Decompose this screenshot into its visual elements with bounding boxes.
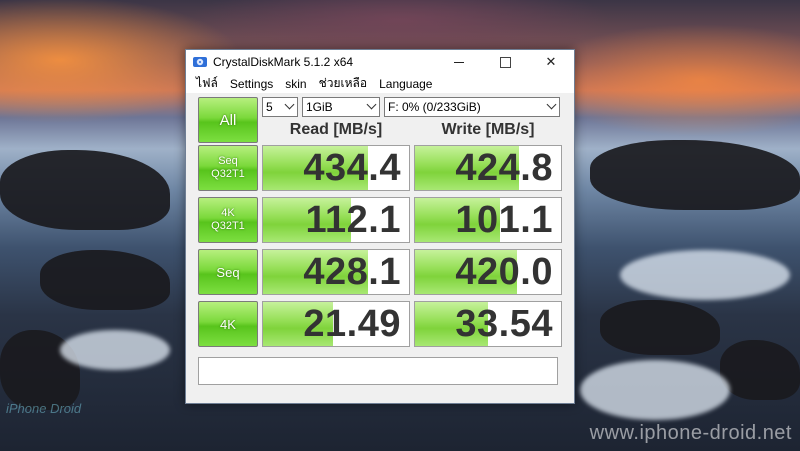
read-value: 21.49 xyxy=(303,302,401,345)
menubar: ไฟล์ Settings skin ช่วยเหลือ Language xyxy=(186,74,574,93)
chevron-down-icon xyxy=(284,99,295,110)
read-value: 428.1 xyxy=(303,250,401,293)
test-row-4k: 4K 21.49 33.54 xyxy=(198,301,562,347)
seq-q32t1-button[interactable]: Seq Q32T1 xyxy=(198,145,258,191)
minimize-icon xyxy=(454,62,464,63)
minimize-button[interactable] xyxy=(436,50,482,74)
test-count-value: 5 xyxy=(266,100,273,114)
watermark-text: www.iphone-droid.net xyxy=(589,422,792,444)
read-result: 434.4 xyxy=(262,145,410,191)
test-label-line2: Q32T1 xyxy=(211,168,245,180)
wave-foam xyxy=(620,250,790,300)
rock-right xyxy=(590,140,800,210)
close-icon: ✕ xyxy=(545,54,557,69)
menu-help[interactable]: ช่วยเหลือ xyxy=(313,74,374,93)
test-row-seq-q32t1: Seq Q32T1 434.4 424.8 xyxy=(198,145,562,191)
chevron-down-icon xyxy=(546,99,557,110)
test-count-select[interactable]: 5 xyxy=(262,97,298,117)
4k-q32t1-button[interactable]: 4K Q32T1 xyxy=(198,197,258,243)
write-result: 33.54 xyxy=(414,301,562,347)
site-logo: iPhone Droid xyxy=(6,401,96,447)
test-label-line1: 4K xyxy=(221,207,235,219)
read-result: 112.1 xyxy=(262,197,410,243)
drive-select[interactable]: F: 0% (0/233GiB) xyxy=(384,97,560,117)
write-value: 33.54 xyxy=(455,302,553,345)
read-value: 112.1 xyxy=(305,198,401,241)
waterfall-foam xyxy=(580,360,730,420)
maximize-button[interactable] xyxy=(482,50,528,74)
test-label-line2: Q32T1 xyxy=(211,220,245,232)
logo-text: iPhone Droid xyxy=(6,401,82,416)
rock-left-lower xyxy=(40,250,170,310)
test-row-seq: Seq 428.1 420.0 xyxy=(198,249,562,295)
write-value: 420.0 xyxy=(455,250,553,293)
4k-button[interactable]: 4K xyxy=(198,301,258,347)
test-label-line1: Seq xyxy=(218,155,238,167)
drive-value: F: 0% (0/233GiB) xyxy=(388,100,481,114)
write-result: 424.8 xyxy=(414,145,562,191)
menu-settings[interactable]: Settings xyxy=(224,77,279,91)
run-all-button[interactable]: All xyxy=(198,97,258,143)
maximize-icon xyxy=(499,56,511,68)
menu-file[interactable]: ไฟล์ xyxy=(190,74,224,93)
test-size-select[interactable]: 1GiB xyxy=(302,97,380,117)
read-header: Read [MB/s] xyxy=(289,121,383,138)
rock-left xyxy=(0,150,170,230)
write-value: 101.1 xyxy=(455,198,553,241)
write-result: 101.1 xyxy=(414,197,562,243)
menu-language[interactable]: Language xyxy=(373,77,438,91)
chevron-down-icon xyxy=(366,99,377,110)
benchmark-panel: All 5 1GiB F: 0% (0/233GiB) Read [MB/s] … xyxy=(186,93,574,385)
write-result: 420.0 xyxy=(414,249,562,295)
disk-icon xyxy=(193,57,207,67)
read-result: 428.1 xyxy=(262,249,410,295)
test-row-4k-q32t1: 4K Q32T1 112.1 101.1 xyxy=(198,197,562,243)
test-size-value: 1GiB xyxy=(306,100,333,114)
menu-skin[interactable]: skin xyxy=(279,77,312,91)
rock-bottom-right xyxy=(720,340,800,400)
seq-button[interactable]: Seq xyxy=(198,249,258,295)
read-value: 434.4 xyxy=(303,146,401,189)
write-header: Write [MB/s] xyxy=(441,121,535,138)
foam-left xyxy=(60,330,170,370)
test-label-line1: Seq xyxy=(216,264,240,280)
crystaldiskmark-window: CrystalDiskMark 5.1.2 x64 ✕ ไฟล์ Setting… xyxy=(185,49,575,404)
write-value: 424.8 xyxy=(455,146,553,189)
rock-right-lower xyxy=(600,300,720,355)
titlebar[interactable]: CrystalDiskMark 5.1.2 x64 ✕ xyxy=(186,50,574,74)
comment-field[interactable] xyxy=(198,357,558,385)
read-result: 21.49 xyxy=(262,301,410,347)
close-button[interactable]: ✕ xyxy=(528,50,574,74)
window-title: CrystalDiskMark 5.1.2 x64 xyxy=(213,55,354,69)
test-label-line1: 4K xyxy=(220,316,236,332)
